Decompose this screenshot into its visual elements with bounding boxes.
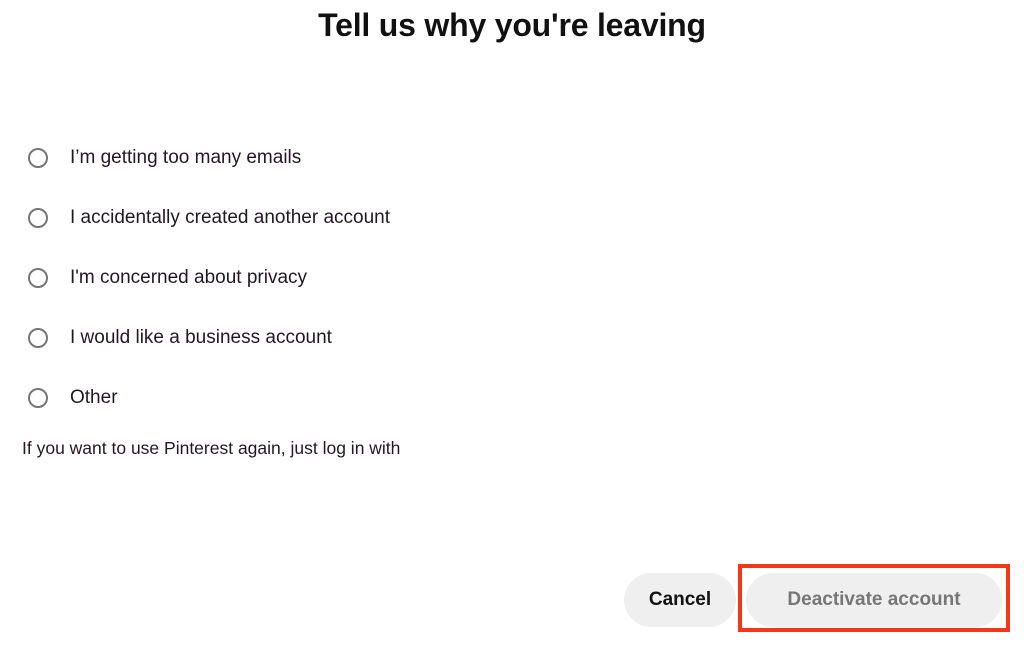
radio-option-label: I accidentally created another account — [70, 207, 391, 228]
radio-circle-icon[interactable] — [28, 328, 48, 348]
reason-radio-group: I’m getting too many emails I accidental… — [0, 128, 1024, 428]
radio-option-other[interactable]: Other — [0, 368, 1024, 428]
radio-option-label: I’m getting too many emails — [70, 147, 302, 168]
dialog-footer: Cancel Deactivate account — [0, 571, 1024, 627]
cancel-button[interactable]: Cancel — [624, 573, 736, 627]
radio-circle-icon[interactable] — [28, 208, 48, 228]
radio-circle-icon[interactable] — [28, 268, 48, 288]
radio-circle-icon[interactable] — [28, 388, 48, 408]
radio-option-label: Other — [70, 387, 118, 408]
radio-option-business-account[interactable]: I would like a business account — [0, 308, 1024, 368]
deactivate-account-button[interactable]: Deactivate account — [746, 573, 1002, 627]
page-title: Tell us why you're leaving — [318, 7, 706, 43]
radio-option-label: I'm concerned about privacy — [70, 267, 308, 288]
radio-option-label: I would like a business account — [70, 327, 332, 348]
radio-circle-icon[interactable] — [28, 148, 48, 168]
radio-option-too-many-emails[interactable]: I’m getting too many emails — [0, 128, 1024, 188]
radio-option-privacy-concern[interactable]: I'm concerned about privacy — [0, 248, 1024, 308]
radio-option-accidental-account[interactable]: I accidentally created another account — [0, 188, 1024, 248]
login-again-helper-text: If you want to use Pinterest again, just… — [22, 438, 401, 458]
deactivate-account-dialog: Tell us why you're leaving I’m getting t… — [0, 0, 1024, 645]
